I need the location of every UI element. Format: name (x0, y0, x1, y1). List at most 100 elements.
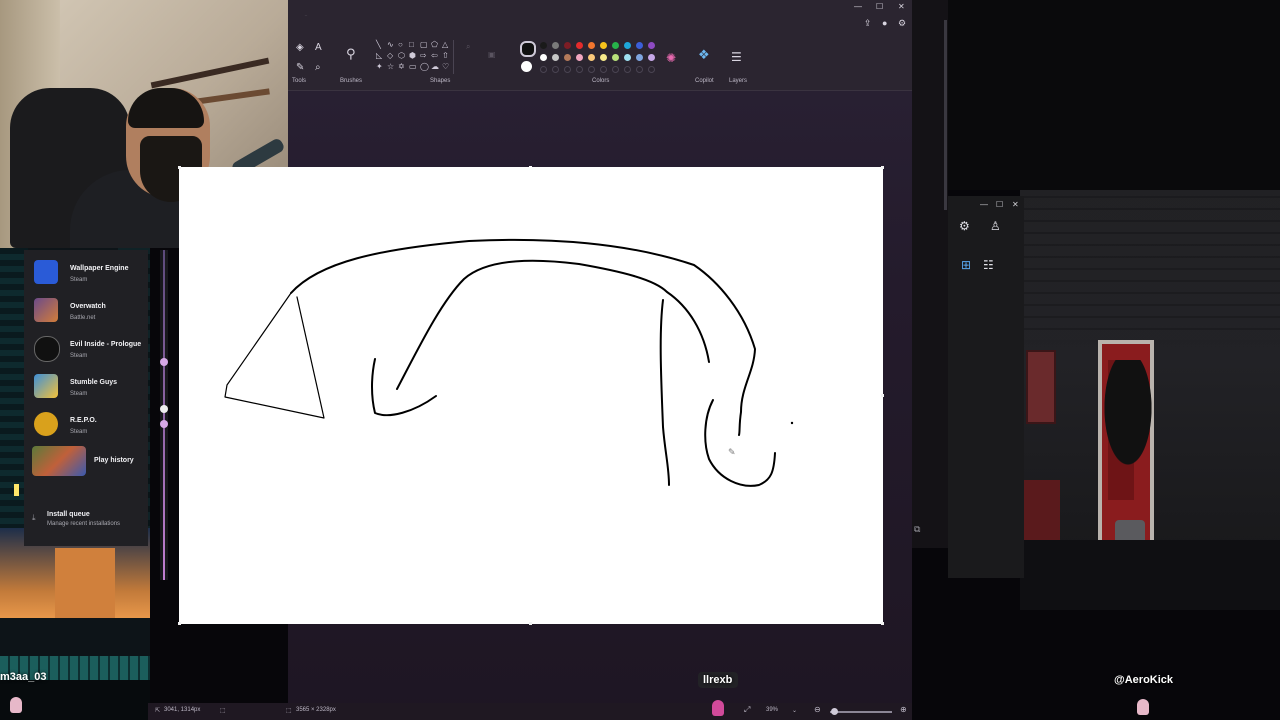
right-triangle-shape-icon[interactable]: ◺ (376, 51, 382, 60)
callout-shape-icon[interactable]: ▭ (409, 62, 417, 71)
color-swatch[interactable] (564, 54, 571, 61)
secondary-color-swatch[interactable] (521, 61, 532, 72)
brush-icon[interactable]: ⚲ (346, 46, 356, 62)
color-palette[interactable] (540, 42, 660, 82)
custom-color-slot[interactable] (612, 66, 619, 73)
list-view-icon[interactable]: ☷ (983, 258, 994, 272)
magnifier-icon[interactable]: ⌕ (315, 62, 321, 73)
fill-icon[interactable]: ◈ (296, 42, 304, 53)
four-point-star-shape-icon[interactable]: ✦ (376, 62, 383, 71)
color-picker-icon[interactable]: ✎ (296, 62, 304, 73)
color-swatch[interactable] (588, 54, 595, 61)
resize-handle[interactable] (178, 622, 181, 625)
custom-color-slot[interactable] (636, 66, 643, 73)
profile-icon[interactable]: ♙ (990, 219, 1001, 233)
game-item-evil-inside[interactable]: Evil Inside - Prologue Steam (24, 332, 148, 370)
polygon-shape-icon[interactable]: ⬠ (431, 40, 438, 49)
oval-shape-icon[interactable]: ○ (398, 40, 403, 49)
custom-color-slot[interactable] (624, 66, 631, 73)
zoom-dropdown-icon[interactable]: ⌄ (792, 707, 797, 714)
close-icon[interactable]: ✕ (898, 2, 905, 11)
maximize-icon[interactable]: ☐ (996, 200, 1003, 209)
custom-color-slot[interactable] (540, 66, 547, 73)
color-swatch[interactable] (552, 54, 559, 61)
six-point-star-shape-icon[interactable]: ✡ (398, 62, 405, 71)
color-swatch[interactable] (624, 54, 631, 61)
custom-color-slot[interactable] (648, 66, 655, 73)
share-icon[interactable]: ⇪ (864, 18, 872, 29)
zoom-slider-thumb[interactable] (831, 708, 838, 715)
play-history-button[interactable]: Play history (24, 446, 148, 484)
game-item-wallpaper-engine[interactable]: Wallpaper Engine Steam (24, 256, 148, 294)
zoom-out-icon[interactable]: ⊖ (814, 705, 821, 714)
color-swatch[interactable] (576, 54, 583, 61)
copilot-icon[interactable]: ❖ (698, 47, 710, 63)
resize-handle[interactable] (881, 166, 884, 169)
color-swatch[interactable] (540, 54, 547, 61)
rounded-rect-shape-icon[interactable]: ▢ (420, 40, 428, 49)
fill-shape-icon[interactable]: ▣ (488, 50, 496, 59)
color-swatch[interactable] (600, 54, 607, 61)
heart-shape-icon[interactable]: ♡ (442, 62, 449, 71)
zoom-level[interactable]: 39% (766, 707, 778, 713)
layers-icon[interactable]: ☰ (731, 50, 742, 64)
launcher-scrollbar[interactable] (160, 250, 168, 580)
window-scrollbar[interactable] (944, 20, 947, 210)
arrow-right-shape-icon[interactable]: ⇨ (420, 51, 427, 60)
lock-icon[interactable] (160, 405, 168, 413)
diamond-shape-icon[interactable]: ◇ (387, 51, 393, 60)
zoom-slider[interactable] (830, 711, 892, 713)
color-swatch[interactable] (552, 42, 559, 49)
color-swatch[interactable] (648, 54, 655, 61)
oval-callout-shape-icon[interactable]: ◯ (420, 62, 429, 71)
text-icon[interactable]: A (315, 42, 322, 53)
maximize-icon[interactable]: ☐ (876, 2, 883, 11)
game-item-overwatch[interactable]: Overwatch Battle.net (24, 294, 148, 332)
outline-icon[interactable]: ⌕ (466, 42, 470, 52)
rectangle-shape-icon[interactable]: □ (409, 40, 414, 49)
settings-icon[interactable]: ⚙ (959, 219, 970, 233)
color-swatch[interactable] (588, 42, 595, 49)
primary-color-swatch[interactable] (520, 41, 536, 57)
grid-view-icon[interactable]: ⊞ (961, 258, 971, 272)
line-shape-icon[interactable]: ╲ (376, 40, 381, 49)
arrow-left-shape-icon[interactable]: ⇦ (431, 51, 438, 60)
hexagon-shape-icon[interactable]: ⬢ (409, 51, 416, 60)
resize-handle[interactable] (881, 622, 884, 625)
custom-color-slot[interactable] (588, 66, 595, 73)
settings-icon[interactable]: ⚙ (898, 18, 906, 29)
pentagon-shape-icon[interactable]: ⬡ (398, 51, 405, 60)
resize-handle[interactable] (881, 394, 884, 397)
color-swatch[interactable] (612, 42, 619, 49)
custom-color-slot[interactable] (576, 66, 583, 73)
color-swatch[interactable] (636, 42, 643, 49)
triangle-shape-icon[interactable]: △ (442, 40, 448, 49)
color-swatch[interactable] (612, 54, 619, 61)
curve-shape-icon[interactable]: ∿ (387, 40, 394, 49)
arrow-up-shape-icon[interactable]: ⇧ (442, 51, 449, 60)
custom-color-slot[interactable] (564, 66, 571, 73)
resize-handle[interactable] (178, 166, 181, 169)
minimize-icon[interactable]: — (980, 200, 988, 209)
color-wheel-icon[interactable]: ✺ (666, 51, 676, 65)
custom-color-slot[interactable] (600, 66, 607, 73)
install-queue-button[interactable]: ⤓ Install queue Manage recent installati… (24, 508, 148, 538)
color-swatch[interactable] (636, 54, 643, 61)
custom-color-slot[interactable] (552, 66, 559, 73)
drawing-canvas[interactable]: ✎ (178, 166, 884, 625)
resize-handle[interactable] (529, 622, 532, 625)
color-swatch[interactable] (600, 42, 607, 49)
color-swatch[interactable] (540, 42, 547, 49)
zoom-in-icon[interactable]: ⊕ (900, 705, 907, 714)
account-icon[interactable]: ● (882, 18, 887, 28)
game-item-repo[interactable]: R.E.P.O. Steam (24, 408, 148, 446)
color-swatch[interactable] (648, 42, 655, 49)
color-swatch[interactable] (564, 42, 571, 49)
external-link-icon[interactable]: ⧉ (914, 524, 920, 535)
color-swatch[interactable] (624, 42, 631, 49)
game-item-stumble-guys[interactable]: Stumble Guys Steam (24, 370, 148, 408)
resize-handle[interactable] (529, 166, 532, 169)
scroll-knob[interactable] (160, 358, 168, 366)
cloud-shape-icon[interactable]: ☁ (431, 62, 439, 71)
minimize-icon[interactable]: — (854, 2, 862, 11)
